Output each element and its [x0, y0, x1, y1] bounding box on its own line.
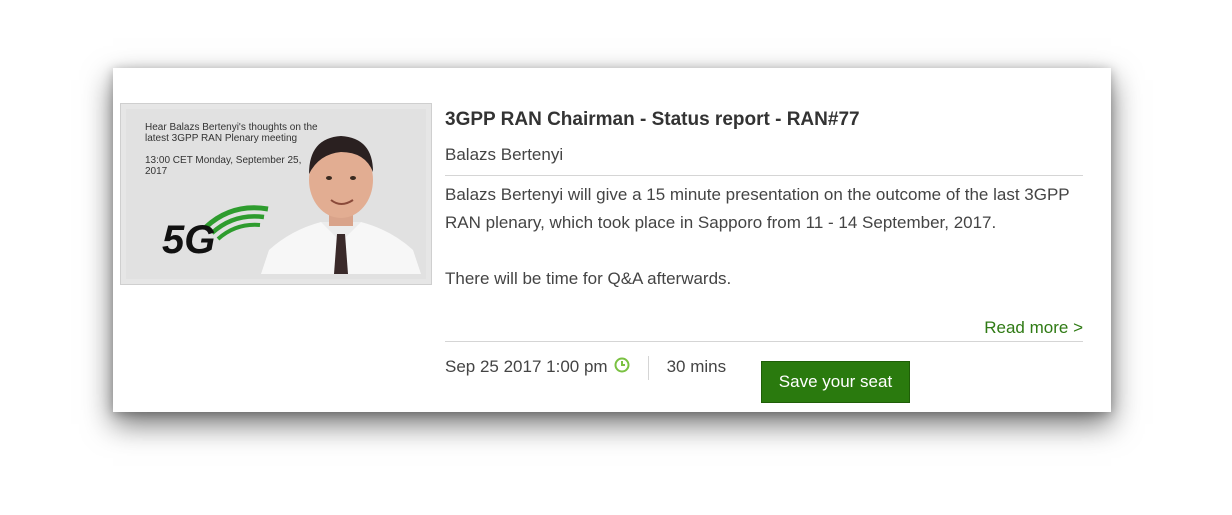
- webinar-datetime: Sep 25 2017 1:00 pm: [445, 357, 608, 376]
- description-text: Balazs Bertenyi will give a 15 minute pr…: [445, 185, 1070, 232]
- webinar-author: Balazs Bertenyi: [445, 145, 1083, 176]
- meta-separator: [647, 356, 649, 380]
- 5g-logo: 5G: [162, 205, 269, 257]
- webinar-details: 3GPP RAN Chairman - Status report - RAN#…: [445, 108, 1083, 403]
- webinar-card: Hear Balazs Bertenyi's thoughts on the l…: [113, 68, 1111, 412]
- speaker-photo: [261, 136, 421, 274]
- webinar-meta: Sep 25 2017 1:00 pm 30 mins Save your se…: [445, 356, 910, 403]
- qa-note: There will be time for Q&A afterwards.: [445, 269, 732, 288]
- webinar-title[interactable]: 3GPP RAN Chairman - Status report - RAN#…: [445, 108, 1083, 132]
- 5g-logo-text: 5G: [162, 218, 215, 257]
- clock-icon: [614, 357, 630, 373]
- webinar-duration: 30 mins: [666, 357, 727, 376]
- thumbnail-background: Hear Balazs Bertenyi's thoughts on the l…: [126, 109, 426, 279]
- save-seat-button[interactable]: Save your seat: [761, 361, 910, 403]
- divider: [445, 341, 1083, 342]
- webinar-description: Balazs Bertenyi will give a 15 minute pr…: [445, 181, 1083, 293]
- read-more-link[interactable]: Read more >: [984, 318, 1083, 338]
- webinar-thumbnail[interactable]: Hear Balazs Bertenyi's thoughts on the l…: [120, 103, 432, 285]
- webinar-datetime-wrap: Sep 25 2017 1:00 pm: [445, 356, 630, 378]
